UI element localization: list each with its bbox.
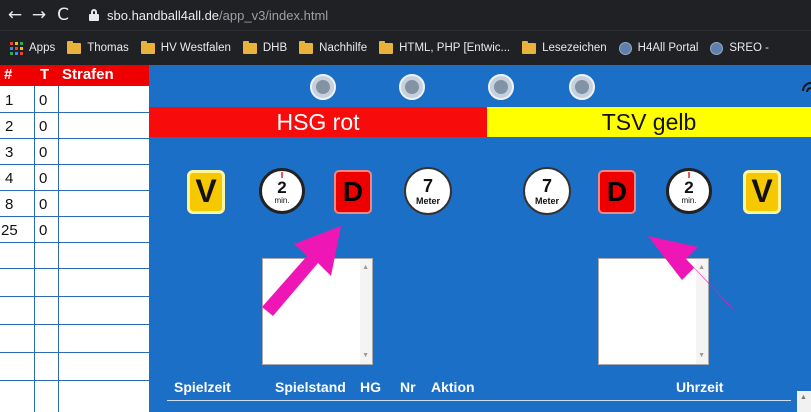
- app-window: ← → C sbo.handball4all.de/app_v3/index.h…: [0, 0, 811, 412]
- arrow-guest-disqualification: [648, 236, 736, 313]
- annotation-arrows: [262, 226, 736, 316]
- arrow-home-disqualification: [262, 226, 341, 316]
